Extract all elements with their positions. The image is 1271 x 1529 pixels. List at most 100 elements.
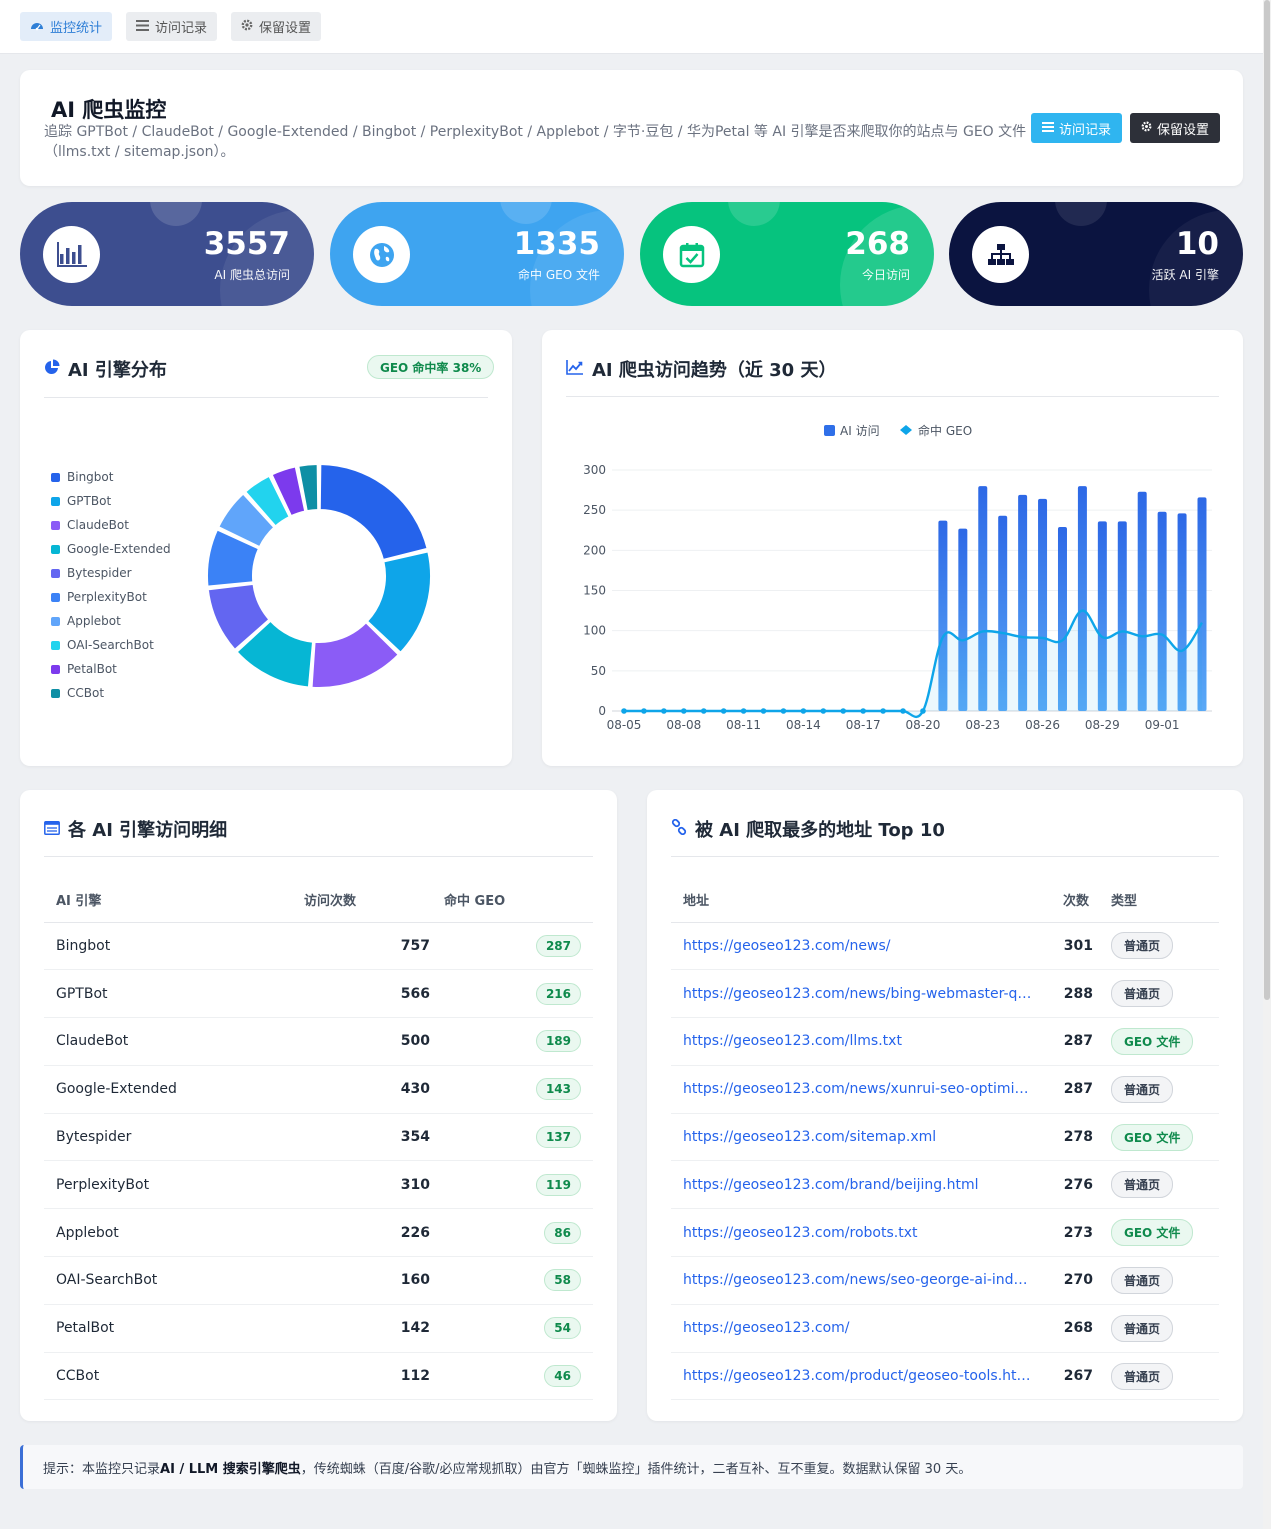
- stat-label: AI 爬虫总访问: [214, 268, 290, 282]
- tip-banner: 提示：本监控只记录 AI / LLM 搜索引擎爬虫 ，传统蜘蛛（百度/谷歌/必应常…: [20, 1445, 1243, 1489]
- legend-label: PerplexityBot: [67, 590, 147, 604]
- type-cell: GEO 文件: [1111, 1017, 1219, 1066]
- legend-item[interactable]: PerplexityBot: [51, 585, 171, 609]
- legend-swatch: [51, 688, 60, 698]
- visit-count: 226: [304, 1208, 444, 1258]
- legend-swatch: [51, 592, 60, 602]
- line-point[interactable]: [820, 708, 827, 714]
- legend-swatch: [51, 544, 60, 554]
- url-link[interactable]: https://geoseo123.com/news/seo-george-ai…: [683, 1272, 1033, 1288]
- access-records-button[interactable]: 访问记录: [1031, 113, 1123, 143]
- line-point[interactable]: [641, 708, 647, 714]
- legend-item[interactable]: Applebot: [51, 609, 171, 633]
- type-cell: 普通页: [1111, 1160, 1219, 1210]
- geo-hit-cell: 216: [444, 969, 593, 1019]
- legend-item[interactable]: ClaudeBot: [51, 513, 171, 537]
- line-point[interactable]: [740, 708, 747, 714]
- table-row: https://geoseo123.com/news/seo-george-ai…: [671, 1256, 1219, 1305]
- section-title: 各 AI 引擎访问明细: [44, 816, 227, 842]
- table-row: Applebot 226 86: [44, 1208, 593, 1258]
- engine-name: GPTBot: [44, 969, 304, 1019]
- legend-item[interactable]: Bytespider: [51, 561, 171, 585]
- page-type-badge: 普通页: [1111, 1266, 1174, 1294]
- url-link[interactable]: https://geoseo123.com/: [683, 1320, 1033, 1336]
- url-link[interactable]: https://geoseo123.com/news/xunrui-seo-op…: [683, 1081, 1033, 1097]
- stat-value: 3557: [203, 226, 290, 262]
- stat-label: 活跃 AI 引擎: [1151, 268, 1219, 282]
- tab-monitor-stats[interactable]: 监控统计: [20, 12, 113, 41]
- link-icon: [671, 818, 687, 840]
- y-tick-label: 0: [598, 704, 606, 718]
- url-link[interactable]: https://geoseo123.com/robots.txt: [683, 1225, 1033, 1241]
- line-point[interactable]: [661, 708, 667, 714]
- url-link[interactable]: https://geoseo123.com/sitemap.xml: [683, 1129, 1033, 1145]
- url-cell: https://geoseo123.com/product/geoseo-too…: [671, 1352, 1041, 1401]
- line-point[interactable]: [800, 708, 807, 714]
- legend-swatch[interactable]: [824, 425, 835, 436]
- list-icon: [136, 19, 149, 34]
- line-point[interactable]: [860, 708, 866, 714]
- geo-hit-badge: 58: [544, 1269, 581, 1292]
- line-point[interactable]: [880, 708, 886, 714]
- visit-count: 757: [304, 922, 444, 971]
- table-row: GPTBot 566 216: [44, 969, 593, 1019]
- scrollbar[interactable]: [1263, 0, 1271, 1529]
- page-title: AI 爬虫监控: [51, 98, 167, 122]
- line-point[interactable]: [920, 708, 926, 714]
- visit-count: 430: [304, 1065, 444, 1114]
- url-link[interactable]: https://geoseo123.com/brand/beijing.html: [683, 1177, 1033, 1193]
- url-link[interactable]: https://geoseo123.com/llms.txt: [683, 1033, 1033, 1049]
- url-cell: https://geoseo123.com/news/seo-george-ai…: [671, 1256, 1041, 1305]
- legend-swatch: [51, 640, 60, 650]
- stat-label: 命中 GEO 文件: [518, 268, 600, 282]
- url-link[interactable]: https://geoseo123.com/product/geoseo-too…: [683, 1368, 1033, 1384]
- crawl-count: 301: [1041, 922, 1111, 971]
- legend-item[interactable]: Bingbot: [51, 465, 171, 489]
- legend-item[interactable]: OAI-SearchBot: [51, 633, 171, 657]
- type-cell: GEO 文件: [1111, 1113, 1219, 1162]
- line-point[interactable]: [700, 708, 707, 714]
- legend-label: GPTBot: [67, 494, 112, 508]
- table-row: Bingbot 757 287: [44, 922, 593, 971]
- legend-item[interactable]: CCBot: [51, 681, 171, 705]
- legend-swatch[interactable]: [900, 425, 912, 435]
- engine-name: ClaudeBot: [44, 1017, 304, 1066]
- line-point[interactable]: [621, 708, 627, 714]
- engine-name: Applebot: [44, 1208, 304, 1258]
- retention-settings-button[interactable]: 保留设置: [1130, 113, 1221, 143]
- legend-item[interactable]: Google-Extended: [51, 537, 171, 561]
- donut-legend: Bingbot GPTBot ClaudeBot Google-Extended Byt…: [51, 465, 171, 705]
- geo-hit-cell: 143: [444, 1065, 593, 1114]
- geo-hit-cell: 287: [444, 922, 593, 971]
- line-point[interactable]: [760, 708, 767, 714]
- visit-count: 160: [304, 1256, 444, 1305]
- stat-card-today-visits: 268 今日访问: [640, 202, 934, 306]
- line-point[interactable]: [720, 708, 727, 714]
- line-point[interactable]: [780, 708, 787, 714]
- divider: [671, 856, 1219, 857]
- column-header: AI 引擎: [44, 878, 304, 923]
- scrollbar-thumb[interactable]: [1264, 0, 1270, 1000]
- legend-label: OAI-SearchBot: [67, 638, 154, 652]
- legend-item[interactable]: GPTBot: [51, 489, 171, 513]
- geo-hit-cell: 58: [444, 1256, 593, 1305]
- line-point[interactable]: [680, 708, 687, 714]
- stat-card-total-visits: 3557 AI 爬虫总访问: [20, 202, 314, 306]
- legend-item[interactable]: PetalBot: [51, 657, 171, 681]
- line-point[interactable]: [840, 708, 847, 714]
- tab-label: 访问记录: [155, 21, 208, 36]
- stat-value: 268: [845, 226, 910, 262]
- geo-hit-badge: 119: [535, 1173, 581, 1196]
- distribution-card: AI 引擎分布 GEO 命中率 38% Bingbot GPTBot ClaudeB…: [20, 330, 512, 766]
- tab-retention-settings[interactable]: 保留设置: [231, 12, 322, 41]
- engine-name: Bytespider: [44, 1113, 304, 1162]
- url-link[interactable]: https://geoseo123.com/news/: [683, 938, 1033, 954]
- tab-access-records[interactable]: 访问记录: [126, 12, 218, 41]
- donut-slice-bingbot[interactable]: [318, 463, 429, 561]
- geo-hit-cell: 46: [444, 1352, 593, 1401]
- line-point[interactable]: [900, 708, 906, 714]
- url-link[interactable]: https://geoseo123.com/news/bing-webmaste…: [683, 986, 1033, 1002]
- crawl-count: 288: [1041, 969, 1111, 1019]
- pie-chart-icon: [44, 359, 60, 380]
- engines-table: AI 引擎 访问次数 命中 GEO Bingbot 757 287 GPTBot 566…: [44, 878, 593, 1401]
